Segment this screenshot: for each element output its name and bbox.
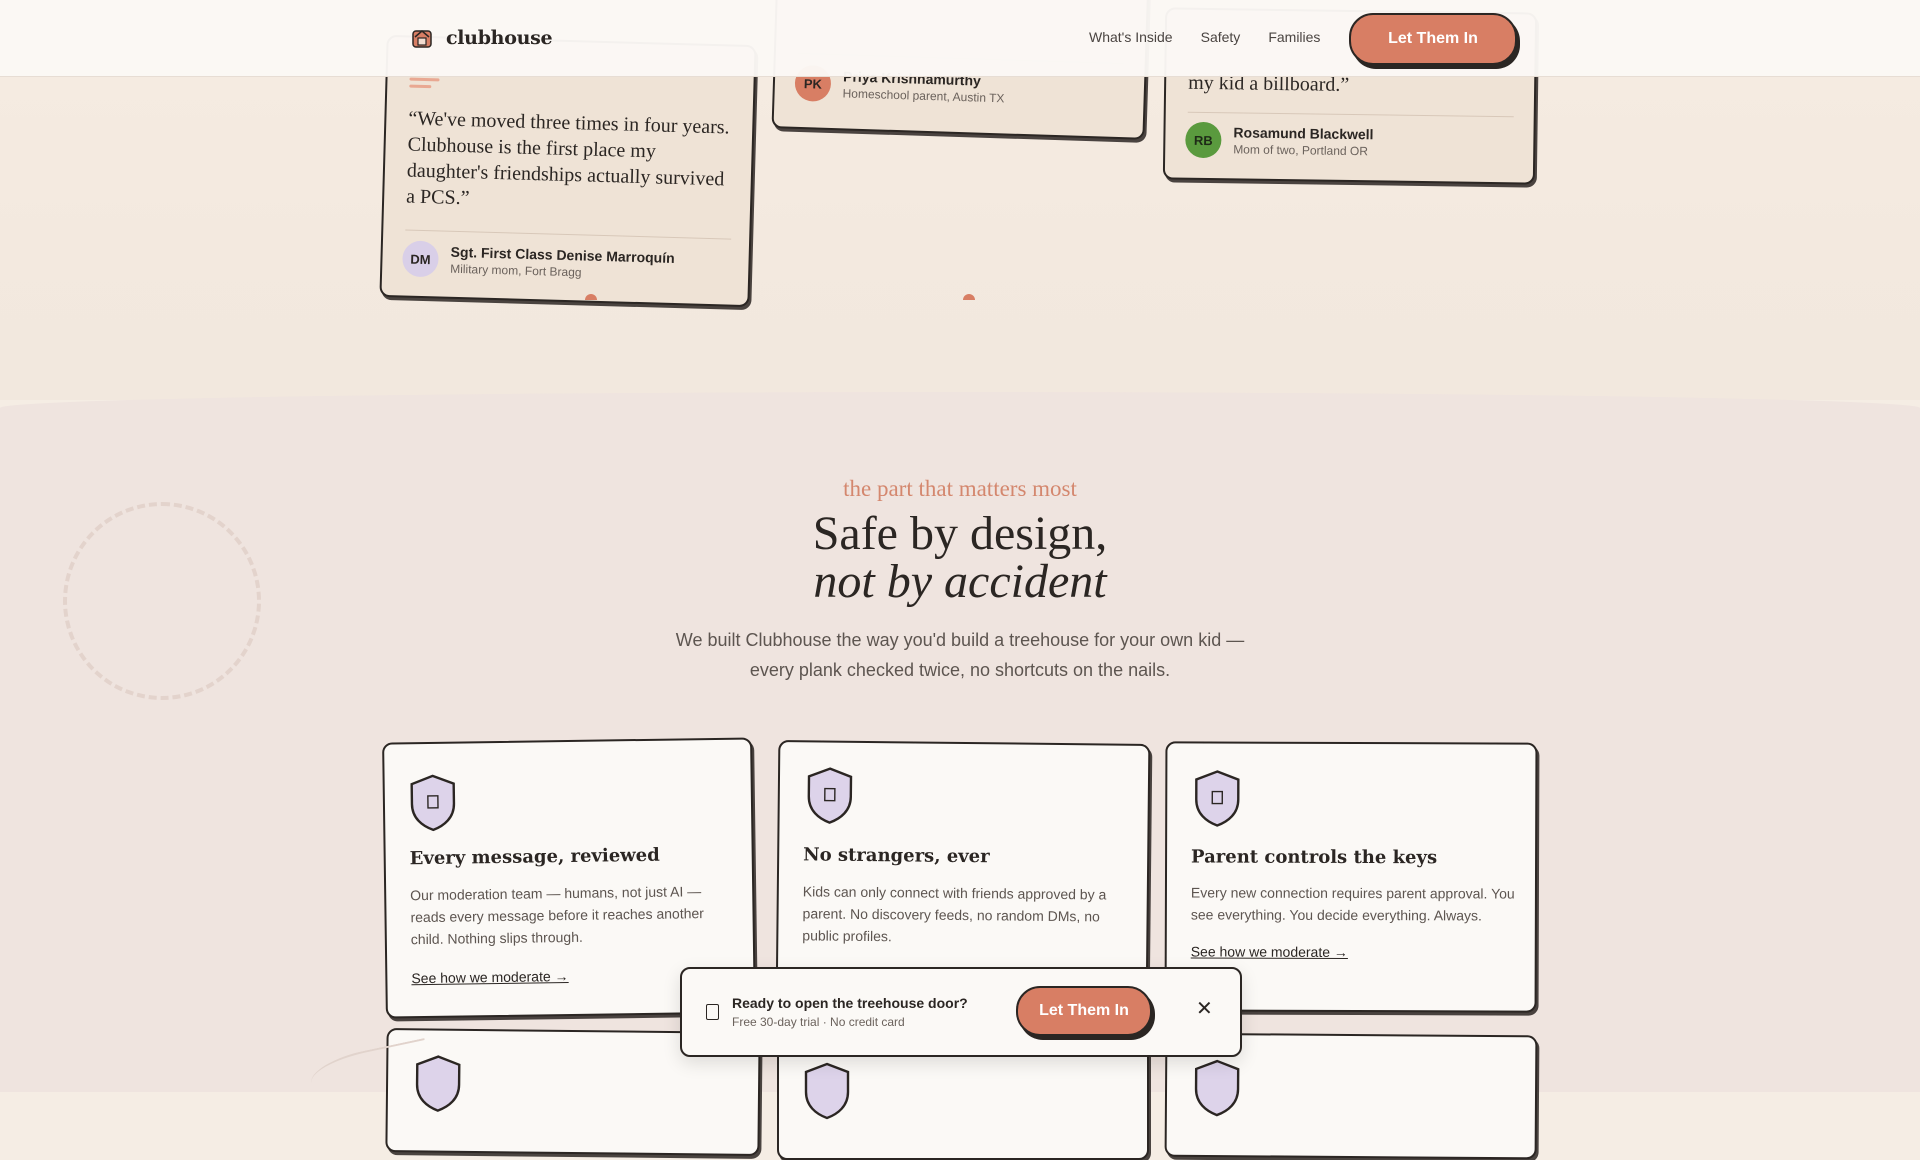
avatar: DM (401, 240, 439, 278)
divider (405, 229, 732, 240)
close-icon[interactable]: ✕ (1196, 999, 1213, 1019)
author-role: Homeschool parent, Austin TX (842, 86, 1005, 106)
feature-title: No strangers, ever (803, 844, 990, 868)
section-title-italic: not by accident (813, 555, 1107, 608)
nav-link-families[interactable]: Families (1268, 29, 1320, 45)
logo-text: clubhouse (446, 27, 553, 49)
section-intro: We built Clubhouse the way you'd build a… (675, 630, 1245, 680)
sticky-cta-bar: Ready to open the treehouse door? Free 3… (680, 967, 1242, 1057)
feature-description: Every new connection requires parent app… (1190, 884, 1515, 924)
feature-title: Parent controls the keys (1191, 846, 1438, 869)
shield-icon (410, 774, 456, 832)
top-nav: clubhouse What's Inside Safety Families … (0, 0, 1920, 77)
author-role: Mom of two, Portland OR (1233, 142, 1369, 159)
shield-icon (1195, 770, 1240, 827)
nav-link-safety[interactable]: Safety (1201, 29, 1241, 45)
logo[interactable]: clubhouse (410, 26, 553, 50)
feature-description: Kids can only connect with friends appro… (802, 883, 1107, 945)
sticky-bar-subtitle: Free 30-day trial · No credit card (732, 1015, 905, 1029)
shield-icon (804, 1062, 850, 1120)
carousel-dot[interactable] (963, 294, 975, 300)
feature-description: Our moderation team — humans, not just A… (410, 883, 705, 948)
nav-let-them-in-button[interactable]: Let Them In (1349, 13, 1517, 65)
divider (1187, 111, 1514, 118)
author-name: Rosamund Blackwell (1233, 124, 1374, 143)
section-eyebrow: the part that matters most (843, 476, 1077, 501)
sticky-bar-title: Ready to open the treehouse door? (732, 995, 968, 1011)
feature-title: Every message, reviewed (409, 844, 660, 870)
shield-icon (807, 767, 853, 824)
nav-link-whats-inside[interactable]: What's Inside (1089, 29, 1173, 45)
see-how-we-moderate-link[interactable]: See how we moderate → (1191, 943, 1348, 960)
testimonial-author: RB Rosamund Blackwell Mom of two, Portla… (1185, 121, 1374, 161)
testimonial-quote: “We've moved three times in four years. … (405, 107, 730, 210)
sticky-let-them-in-button[interactable]: Let Them In (1016, 986, 1152, 1036)
quote-mark-icon (409, 77, 440, 93)
nav-links: What's Inside Safety Families (1089, 29, 1348, 45)
testimonial-author: DM Sgt. First Class Denise Marroquín Mil… (401, 240, 675, 284)
carousel-dot[interactable] (585, 294, 597, 300)
section-title: Safe by design, (812, 507, 1108, 560)
see-how-we-moderate-link[interactable]: See how we moderate → (411, 968, 568, 986)
door-icon (706, 1004, 719, 1020)
shield-icon (1194, 1059, 1240, 1117)
avatar: RB (1185, 121, 1222, 159)
treehouse-logo-icon (412, 30, 432, 48)
